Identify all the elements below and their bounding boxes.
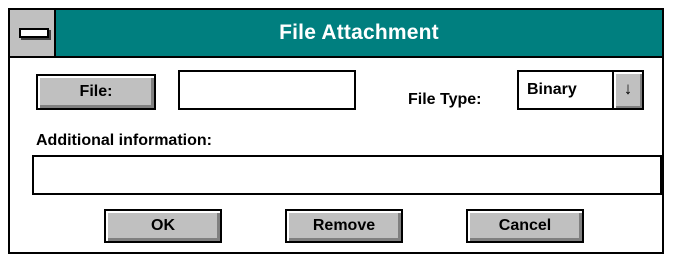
additional-information-label: Additional information: [36,132,212,149]
file-button-label: File: [79,83,113,100]
title-bar[interactable]: File Attachment [10,10,662,58]
system-menu-button[interactable] [10,10,56,56]
file-type-dropdown[interactable]: Binary ↓ [517,70,644,110]
file-type-label: File Type: [408,91,482,108]
file-attachment-dialog: File Attachment File: File Type: Binary … [8,8,664,254]
file-button[interactable]: File: [36,74,156,110]
additional-information-input[interactable] [32,155,662,195]
dialog-title: File Attachment [279,21,439,44]
remove-button[interactable]: Remove [285,209,403,243]
file-name-input[interactable] [178,70,356,110]
cancel-button-label: Cancel [498,217,552,234]
remove-button-label: Remove [312,217,376,234]
ok-button-label: OK [151,217,175,234]
system-menu-icon [19,28,49,38]
file-type-selected: Binary [527,81,577,98]
ok-button[interactable]: OK [104,209,222,243]
chevron-down-icon[interactable]: ↓ [612,72,642,108]
cancel-button[interactable]: Cancel [466,209,584,243]
